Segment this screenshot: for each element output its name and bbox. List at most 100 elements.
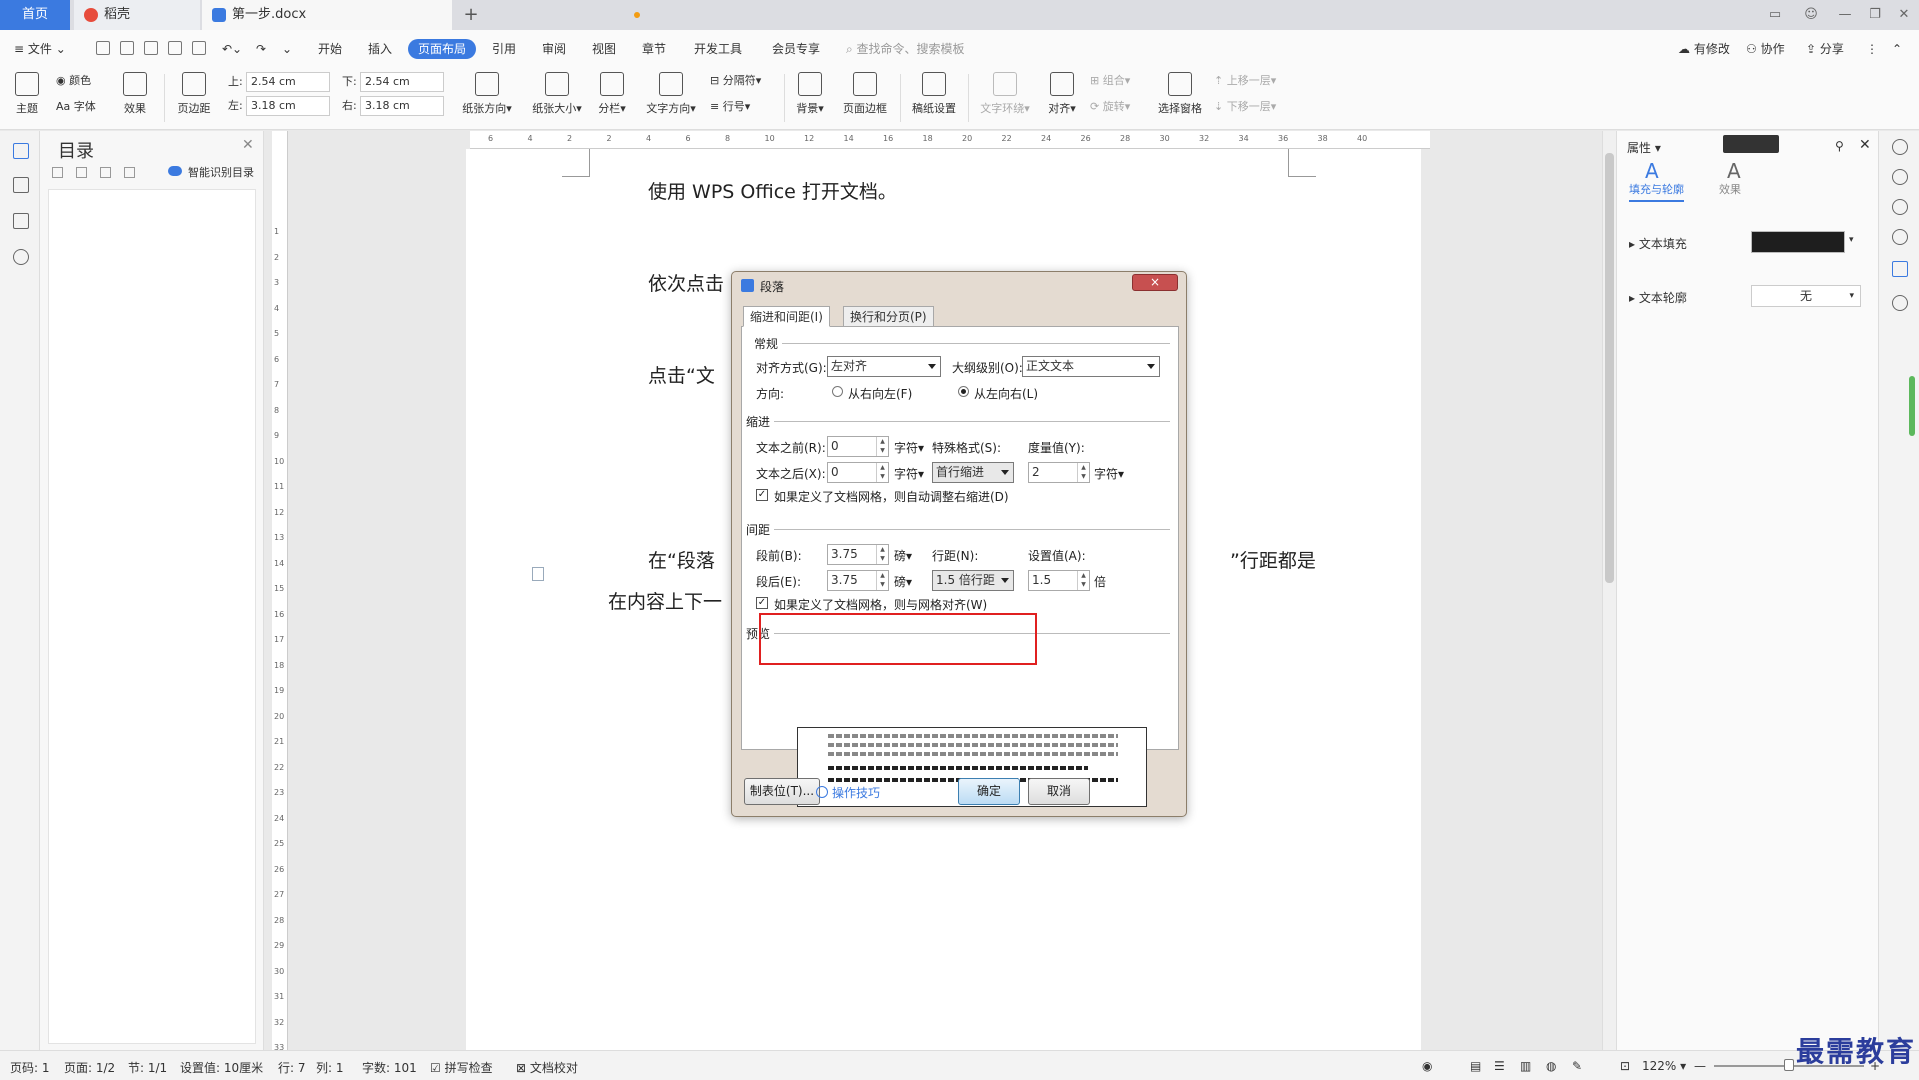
special-format-select[interactable]: 首行缩进 — [932, 462, 1014, 483]
status-row[interactable]: 行: 7 — [278, 1059, 306, 1076]
file-menu[interactable]: ≡ 文件 ⌄ — [14, 39, 66, 59]
status-pages[interactable]: 页面: 1/2 — [64, 1059, 115, 1076]
close-icon[interactable]: ✕ — [1859, 137, 1871, 153]
auto-indent-checkbox[interactable]: ✓ — [756, 489, 768, 501]
text-fill-color-picker[interactable] — [1751, 231, 1845, 253]
reading-view-icon[interactable]: ▥ — [1520, 1059, 1531, 1073]
outline-level-select[interactable]: 正文文本 — [1022, 356, 1160, 377]
zoom-level[interactable]: 122% ▾ — [1642, 1059, 1686, 1073]
doc-paragraph[interactable]: 在“段落 — [648, 546, 715, 573]
layout-icon[interactable]: ▭ — [1760, 0, 1790, 30]
text-outline-label[interactable]: ▸ 文本轮廓 — [1629, 289, 1687, 306]
menu-view[interactable]: 视图 — [592, 39, 616, 59]
modified-button[interactable]: ☁ 有修改 — [1678, 39, 1730, 59]
measure-unit[interactable]: 字符▾ — [1094, 465, 1124, 482]
text-direction-button[interactable]: 文字方向▾ — [640, 72, 702, 116]
columns-button[interactable]: 分栏▾ — [594, 72, 630, 116]
margin-left-input[interactable]: 3.18 cm — [246, 96, 330, 116]
theme-button[interactable]: 主题 — [12, 72, 42, 116]
alignment-select[interactable]: 左对齐 — [827, 356, 941, 377]
tab-effect[interactable]: 效果 — [1719, 181, 1741, 197]
outline-view-icon[interactable]: ☰ — [1494, 1059, 1505, 1073]
margin-bottom-input[interactable]: 2.54 cm — [360, 72, 444, 92]
menu-references[interactable]: 引用 — [492, 39, 516, 59]
tab-fill-outline[interactable]: 填充与轮廓 — [1629, 181, 1684, 202]
add-level-icon[interactable] — [100, 167, 111, 178]
text-outline-select[interactable]: 无 ▾ — [1751, 285, 1861, 307]
auto-indent-label[interactable]: 如果定义了文档网格，则自动调整右缩进(D) — [774, 488, 1009, 505]
settings-sliders-icon[interactable] — [1892, 261, 1908, 277]
toc-nav-icon[interactable] — [13, 143, 29, 159]
margin-right-input[interactable]: 3.18 cm — [360, 96, 444, 116]
proofread-button[interactable]: ⊠ 文档校对 — [516, 1059, 578, 1076]
ltr-label[interactable]: 从左向右(L) — [974, 385, 1038, 402]
tab-docer[interactable]: 稻壳 — [74, 0, 200, 30]
after-text-input[interactable]: 0 ▲ ▼ — [827, 462, 889, 483]
pen-icon[interactable] — [1892, 199, 1908, 215]
cursor-icon[interactable] — [1892, 229, 1908, 245]
doc-paragraph[interactable]: 点击“文 — [648, 361, 715, 388]
restore-icon[interactable]: ❐ — [1860, 0, 1890, 30]
cancel-button[interactable]: 取消 — [1028, 778, 1090, 805]
save-icon[interactable] — [120, 41, 134, 55]
print-preview-icon[interactable] — [192, 41, 206, 55]
status-section[interactable]: 节: 1/1 — [128, 1059, 167, 1076]
menu-member[interactable]: 会员专享 — [772, 39, 820, 59]
page-view-icon[interactable]: ▤ — [1470, 1059, 1481, 1073]
avatar[interactable]: ☺ — [1796, 0, 1826, 30]
space-before-unit[interactable]: 磅▾ — [894, 547, 912, 564]
effect-button[interactable]: 效果 — [118, 72, 152, 116]
space-after-unit[interactable]: 磅▾ — [894, 573, 912, 590]
paragraph-tool-icon[interactable] — [532, 567, 544, 581]
before-text-unit[interactable]: 字符▾ — [894, 439, 924, 456]
chevron-down-icon[interactable]: ▾ — [1849, 235, 1854, 245]
rotate-button[interactable]: ⟳ 旋转▾ — [1090, 98, 1130, 116]
tab-document[interactable]: 第一步.docx — [202, 0, 640, 30]
status-col[interactable]: 列: 1 — [316, 1059, 344, 1076]
tab-indent-spacing[interactable]: 缩进和间距(I) — [743, 306, 830, 327]
rtl-radio[interactable] — [832, 386, 843, 397]
status-words[interactable]: 字数: 101 — [362, 1059, 417, 1076]
print-icon[interactable] — [168, 41, 182, 55]
properties-title[interactable]: 属性 ▾ — [1627, 139, 1661, 156]
bookmark-icon[interactable] — [13, 213, 29, 229]
collapse-ribbon-icon[interactable]: ⌃ — [1892, 39, 1902, 59]
doc-paragraph[interactable]: ”行距都是 — [1230, 546, 1316, 573]
align-button[interactable]: 对齐▾ — [1044, 72, 1080, 116]
minimize-icon[interactable]: — — [1830, 0, 1860, 30]
more-options-icon[interactable]: ⋮ — [1866, 39, 1878, 59]
close-icon[interactable]: ✕ — [1889, 0, 1919, 30]
undo-icon[interactable]: ↶⌄ — [222, 39, 242, 59]
orientation-button[interactable]: 纸张方向▾ — [456, 72, 518, 116]
before-text-input[interactable]: 0 ▲ ▼ — [827, 436, 889, 457]
paper-size-button[interactable]: 纸张大小▾ — [526, 72, 588, 116]
tab-line-page-breaks[interactable]: 换行和分页(P) — [843, 306, 934, 327]
rtl-label[interactable]: 从右向左(F) — [848, 385, 912, 402]
tips-link[interactable]: 操作技巧 — [832, 784, 880, 801]
help-icon[interactable] — [1892, 295, 1908, 311]
eye-icon[interactable]: ◉ — [1422, 1059, 1432, 1073]
dialog-titlebar[interactable]: 段落 × — [732, 272, 1186, 298]
menu-insert[interactable]: 插入 — [368, 39, 392, 59]
group-button[interactable]: ⊞ 组合▾ — [1090, 72, 1130, 90]
collaborate-button[interactable]: ⚇ 协作 — [1746, 39, 1785, 59]
zoom-slider-handle[interactable] — [1784, 1059, 1794, 1071]
set-value-input[interactable]: 1.5 ▲ ▼ — [1028, 570, 1090, 591]
tabs-button[interactable]: 制表位(T)... — [744, 778, 820, 805]
expand-all-icon[interactable] — [52, 167, 63, 178]
share-button[interactable]: ⇪ 分享 — [1806, 39, 1844, 59]
measure-input[interactable]: 2 ▲ ▼ — [1028, 462, 1090, 483]
tools-icon[interactable] — [1892, 139, 1908, 155]
doc-paragraph[interactable]: 依次点击 — [648, 269, 724, 296]
redo-icon[interactable]: ↷ — [256, 39, 266, 59]
new-tab-button[interactable]: + — [460, 0, 482, 30]
menu-chapter[interactable]: 章节 — [642, 39, 666, 59]
new-icon[interactable] — [96, 41, 110, 55]
margins-button[interactable]: 页边距 — [172, 72, 216, 116]
scroll-thumb[interactable] — [1605, 153, 1614, 583]
remove-level-icon[interactable] — [124, 167, 135, 178]
space-before-input[interactable]: 3.75 ▲ ▼ — [827, 544, 889, 565]
collapse-all-icon[interactable] — [76, 167, 87, 178]
line-spacing-select[interactable]: 1.5 倍行距 — [932, 570, 1014, 591]
status-setting[interactable]: 设置值: 10厘米 — [180, 1059, 263, 1076]
